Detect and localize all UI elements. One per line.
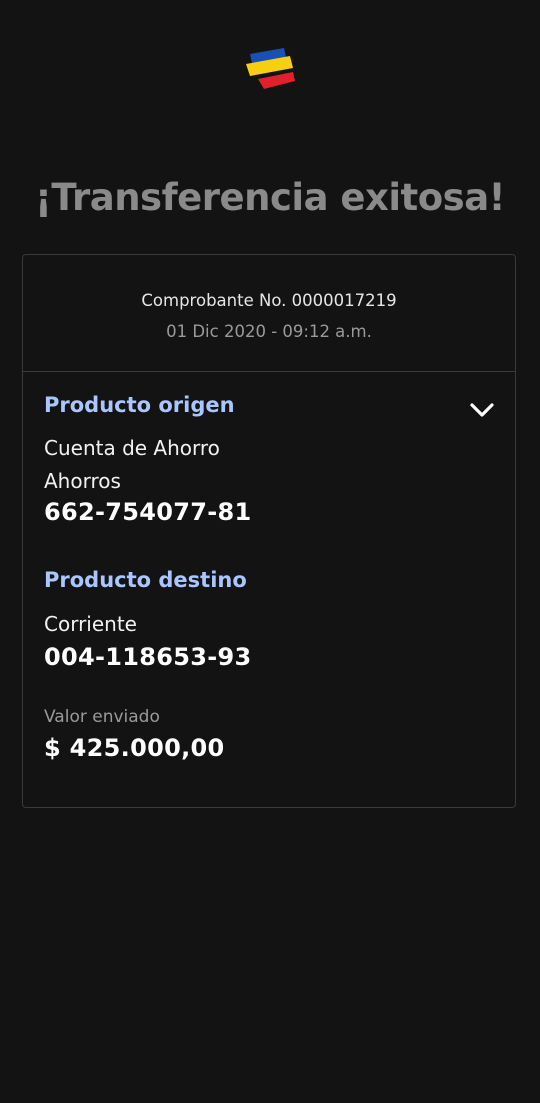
bank-logo-icon: [246, 48, 295, 89]
receipt-number: Comprobante No. 0000017219: [141, 291, 397, 310]
chevron-down-icon[interactable]: [469, 401, 495, 419]
destination-title: Producto destino: [44, 568, 247, 592]
page-title: ¡Transferencia exitosa!: [34, 176, 506, 219]
amount-value: $ 425.000,00: [44, 734, 225, 762]
origin-title: Producto origen: [44, 393, 235, 417]
origin-product: Ahorros: [44, 469, 121, 493]
receipt-date: 01 Dic 2020 - 09:12 a.m.: [166, 322, 372, 341]
destination-product: Corriente: [44, 612, 137, 636]
origin-account-type: Cuenta de Ahorro: [44, 436, 220, 460]
receipt-header: Comprobante No. 0000017219 01 Dic 2020 -…: [23, 255, 515, 372]
destination-account-number: 004-118653-93: [44, 643, 252, 671]
amount-label: Valor enviado: [44, 707, 160, 727]
origin-account-number: 662-754077-81: [44, 498, 252, 526]
transfer-summary-card: Comprobante No. 0000017219 01 Dic 2020 -…: [22, 254, 516, 808]
